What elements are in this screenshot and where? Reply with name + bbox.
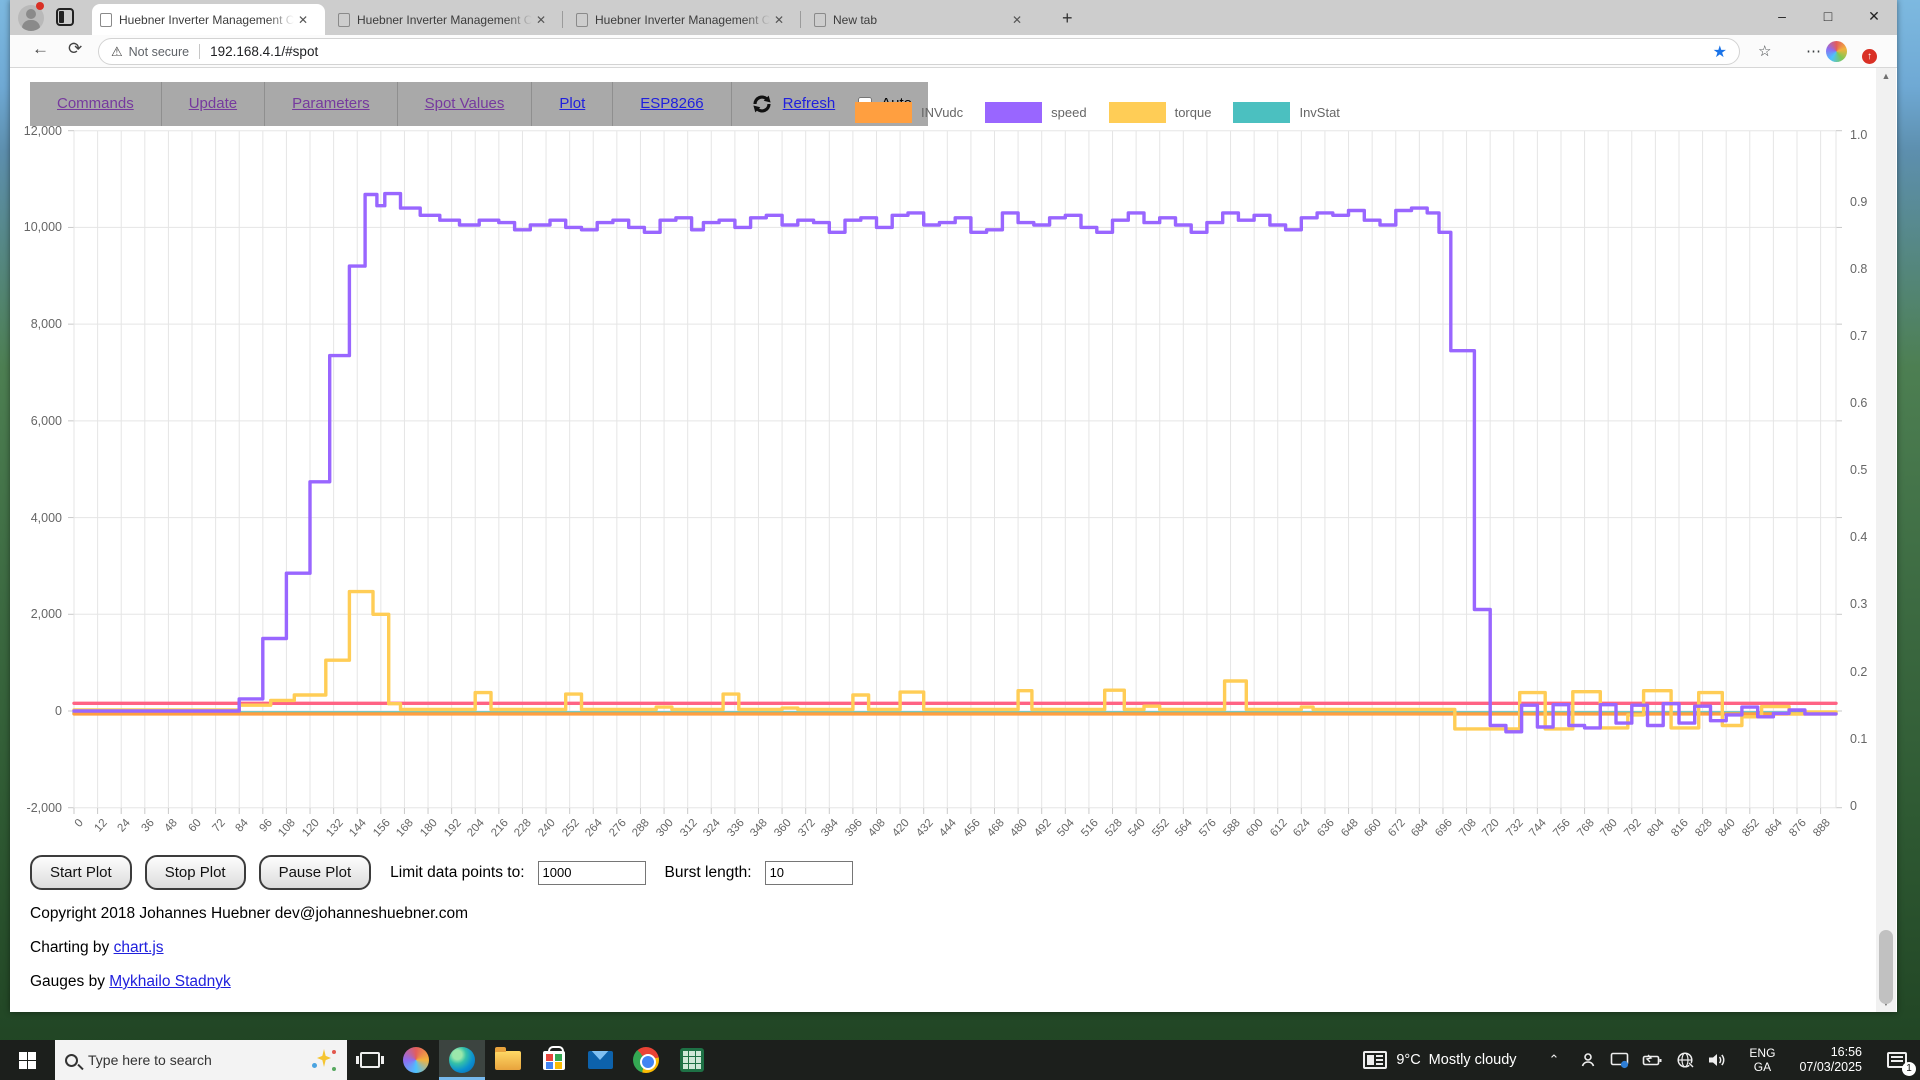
language-indicator[interactable]: ENG GA [1737,1046,1787,1074]
taskbar-explorer-icon[interactable] [485,1040,531,1080]
taskbar-copilot-icon[interactable] [393,1040,439,1080]
start-plot-button[interactable]: Start Plot [30,855,132,890]
screen-share-icon[interactable] [1610,1051,1629,1069]
browser-tab[interactable]: Huebner Inverter Management C ✕ [92,4,325,35]
right-axis-tick: 0.7 [1850,329,1867,343]
right-axis-tick: 0.1 [1850,732,1867,746]
taskbar-search[interactable]: Type here to search [55,1040,347,1080]
series-speed [74,194,1836,732]
page-icon [100,13,112,27]
right-axis-tick: 0.6 [1850,396,1867,410]
gauges-credit: Gauges by Mykhailo Stadnyk [30,973,231,991]
right-axis-tick: 0.8 [1850,262,1867,276]
taskbar-edge-icon[interactable] [439,1040,485,1080]
tab-title: Huebner Inverter Management C [119,13,294,27]
right-axis-tick: 0.2 [1850,665,1867,679]
pause-plot-button[interactable]: Pause Plot [259,855,372,890]
page-scrollbar[interactable]: ▲ ▼ [1876,68,1896,1012]
left-axis-tick: -2,000 [10,801,62,815]
limit-label: Limit data points to: [390,864,524,882]
left-axis-tick: 12,000 [10,124,62,138]
taskbar-chrome-icon[interactable] [623,1040,669,1080]
search-placeholder: Type here to search [88,1052,311,1068]
left-axis-tick: 0 [10,704,62,718]
right-axis-tick: 1.0 [1850,128,1867,142]
weather-temp: 9°C [1396,1052,1420,1068]
left-axis-tick: 4,000 [10,511,62,525]
windows-logo-icon [19,1052,36,1069]
left-axis-tick: 6,000 [10,414,62,428]
chartjs-link[interactable]: chart.js [114,939,164,956]
weather-widget[interactable]: 9°C Mostly cloudy [1396,1052,1538,1068]
right-axis-tick: 0.3 [1850,597,1867,611]
stadnyk-link[interactable]: Mykhailo Stadnyk [109,973,230,990]
right-axis-tick: 0.5 [1850,463,1867,477]
stop-plot-button[interactable]: Stop Plot [145,855,246,890]
weather-text: Mostly cloudy [1429,1052,1517,1068]
browser-window: Huebner Inverter Management C ✕Huebner In… [10,0,1897,1012]
taskbar-store-icon[interactable] [531,1040,577,1080]
battery-icon[interactable] [1642,1051,1663,1069]
right-axis-tick: 0.4 [1850,530,1867,544]
scroll-up-icon[interactable]: ▲ [1876,68,1896,85]
burst-input[interactable] [765,861,853,885]
widgets-news-icon[interactable] [1363,1051,1387,1069]
search-icon [65,1054,78,1067]
network-globe-icon[interactable] [1676,1051,1694,1069]
plot-controls: Start Plot Stop Plot Pause Plot Limit da… [30,855,853,890]
task-view-icon[interactable] [347,1040,393,1080]
search-highlights-icon [311,1047,337,1073]
copyright-text: Copyright 2018 Johannes Huebner dev@joha… [30,905,468,923]
volume-icon[interactable] [1707,1051,1727,1069]
system-tray [1569,1051,1737,1069]
tab-close-icon[interactable]: ✕ [298,13,308,27]
notification-badge: 1 [1902,1062,1916,1076]
left-axis-tick: 8,000 [10,317,62,331]
burst-label: Burst length: [665,864,752,882]
tray-chevron-icon[interactable]: ⌃ [1539,1052,1570,1068]
desktop-wallpaper: Huebner Inverter Management C ✕Huebner In… [0,0,1920,1080]
taskbar-mail-icon[interactable] [577,1040,623,1080]
taskbar-clock[interactable]: 16:56 07/03/2025 [1787,1045,1874,1075]
right-axis-tick: 0 [1850,799,1857,813]
taskbar-calc-icon[interactable] [669,1040,715,1080]
action-center-icon[interactable]: 1 [1874,1040,1920,1080]
right-axis-tick: 0.9 [1850,195,1867,209]
start-button[interactable] [0,1040,55,1080]
series-torque [74,592,1836,729]
taskbar: Type here to search 9°C Mostly cloudy ⌃ [0,1040,1920,1080]
left-axis-tick: 2,000 [10,607,62,621]
limit-input[interactable] [538,861,646,885]
charting-credit: Charting by chart.js [30,939,164,957]
scrollbar-thumb[interactable] [1879,930,1893,1004]
meet-now-icon[interactable] [1579,1051,1597,1069]
left-axis-tick: 10,000 [10,220,62,234]
